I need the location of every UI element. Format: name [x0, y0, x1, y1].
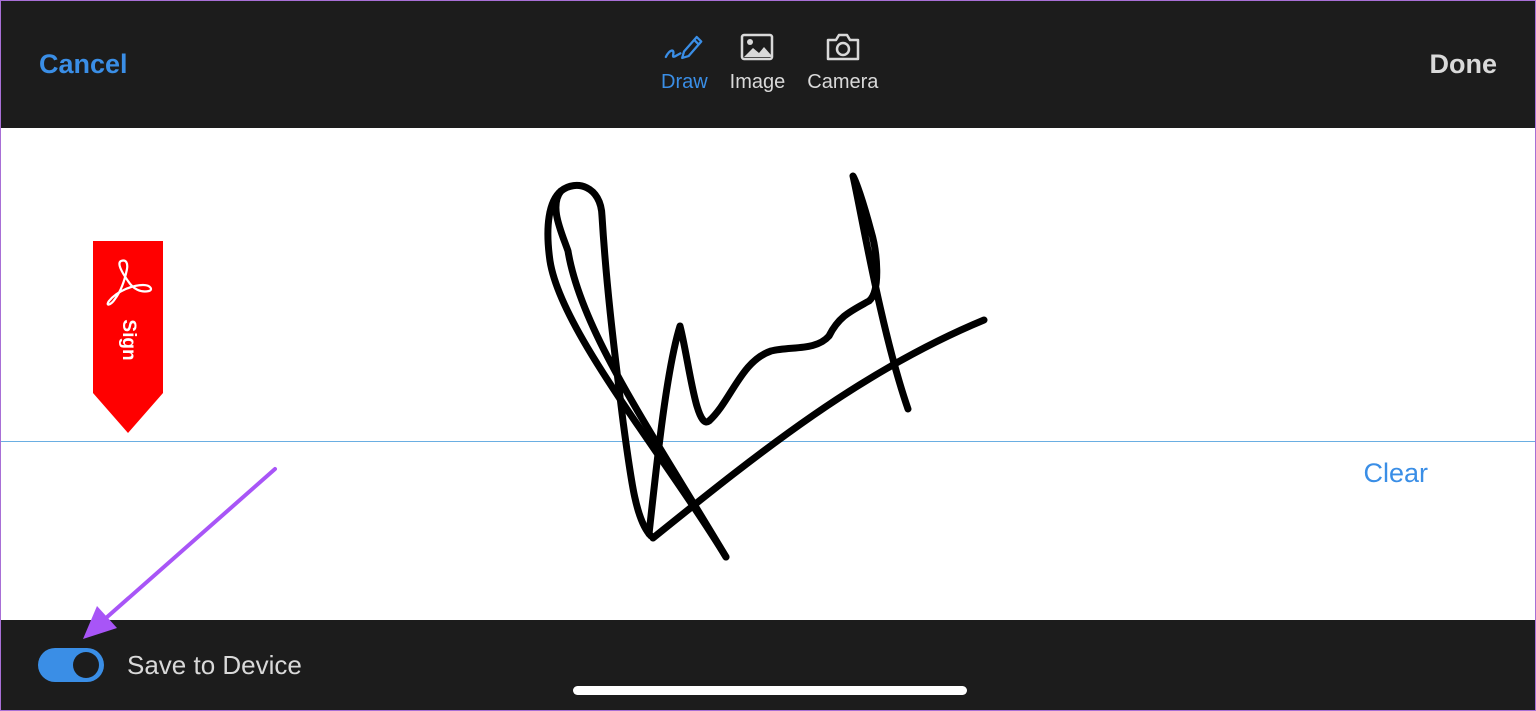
home-indicator [573, 686, 967, 695]
cancel-button[interactable]: Cancel [39, 49, 128, 80]
signature-canvas[interactable]: Sign Clear [1, 128, 1535, 620]
signature-screen: Cancel Draw Image Camera Done Sign Clear… [0, 0, 1536, 711]
tab-image[interactable]: Image [729, 27, 786, 94]
top-bar: Cancel Draw Image Camera Done [1, 1, 1535, 128]
done-button[interactable]: Done [1430, 49, 1498, 80]
tab-camera[interactable]: Camera [807, 27, 878, 94]
pen-icon [664, 27, 704, 67]
save-to-device-label: Save to Device [127, 650, 302, 680]
camera-icon [823, 27, 863, 67]
toggle-knob [73, 652, 99, 678]
tab-image-label: Image [729, 71, 786, 93]
clear-button[interactable]: Clear [1363, 458, 1428, 489]
image-icon [737, 27, 777, 67]
signature-mode-tabs: Draw Image Camera [661, 27, 878, 94]
tab-camera-label: Camera [807, 71, 879, 93]
bottom-bar: Save to Device [1, 620, 1535, 710]
tab-draw[interactable]: Draw [661, 27, 708, 94]
save-to-device-toggle[interactable] [38, 648, 104, 682]
tab-draw-label: Draw [661, 71, 708, 93]
drawn-signature [544, 172, 988, 561]
